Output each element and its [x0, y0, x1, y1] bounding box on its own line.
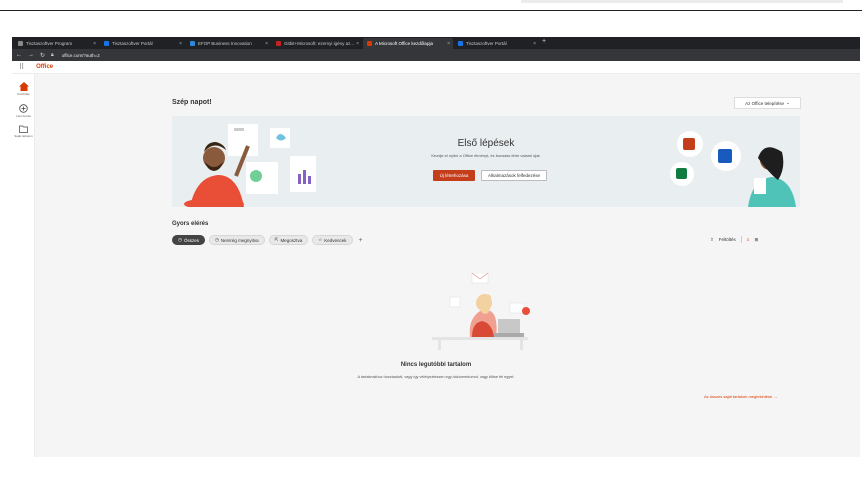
tab-close-icon[interactable]: ×: [447, 41, 450, 47]
tab-favicon-icon: [458, 41, 463, 46]
folder-icon: [19, 125, 28, 133]
quick-access-filters: ◷ Összes ◷ Nemrég megnyitva ⇱ Megosztva …: [172, 235, 363, 245]
install-office-button[interactable]: Az Office telepítése ⌄: [734, 97, 801, 109]
recent-icon: ◷: [214, 237, 219, 242]
tab-label: Tisztaszoftver Portál: [466, 41, 507, 46]
nav-label: Létrehozás: [16, 114, 31, 118]
tab-label: Tisztaszoftver Portál: [112, 41, 153, 46]
nav-item-create[interactable]: Létrehozás: [12, 104, 35, 118]
share-icon: ⇱: [274, 237, 279, 242]
tab-favicon-icon: [104, 41, 109, 46]
browser-tab[interactable]: Gitbit+Microsoft: ezernyi igény az... ×: [272, 38, 362, 49]
quick-access-title: Gyors elérés: [172, 221, 209, 227]
install-label: Az Office telepítése: [745, 100, 785, 106]
address-bar: ← → ↻ 🔒︎ office.com/?auth=2: [12, 49, 860, 61]
tab-favicon-icon: [367, 41, 372, 46]
lock-icon: 🔒︎: [51, 52, 54, 58]
upload-button[interactable]: Feltöltés: [719, 237, 736, 242]
star-icon: ☆: [318, 237, 323, 242]
tab-close-icon[interactable]: ×: [179, 41, 182, 47]
office-app-bar: ⠿ Office: [12, 61, 860, 74]
tab-close-icon[interactable]: ×: [265, 41, 268, 47]
tab-favicon-icon: [276, 41, 281, 46]
people-illustration-icon: [184, 124, 316, 207]
browser-window: Tisztaszoftver Program × Tisztaszoftver …: [12, 37, 860, 457]
grid-view-icon[interactable]: ⊞: [754, 237, 758, 243]
quick-access-tools: ⇧ Feltöltés ≡ ⊞: [710, 236, 758, 243]
nav-item-home[interactable]: Kezdőlap: [12, 82, 35, 96]
filter-all[interactable]: ◷ Összes: [172, 235, 205, 245]
reload-icon[interactable]: ↻: [40, 52, 45, 59]
empty-state-title: Nincs legutóbbi tartalom: [400, 362, 472, 368]
apps-illustration-icon: [670, 131, 796, 207]
tab-close-icon[interactable]: ×: [533, 41, 536, 47]
nav-item-my-content[interactable]: Saját tartalom: [12, 125, 35, 138]
browser-tab[interactable]: Tisztaszoftver Portál ×: [100, 38, 185, 49]
banner-title: Első lépések: [457, 138, 515, 149]
browser-tab[interactable]: Tisztaszoftver Program ×: [14, 38, 99, 49]
create-new-button[interactable]: Új létrehozása: [433, 170, 475, 181]
nav-label: Kezdőlap: [17, 92, 30, 96]
nav-label: Saját tartalom: [14, 134, 33, 138]
filter-label: Megosztva: [280, 237, 303, 243]
empty-state-subtitle: A tartalmakhoz hozzáadott, vagy így véle…: [357, 375, 515, 379]
filter-recent[interactable]: ◷ Nemrég megnyitva: [208, 235, 265, 245]
back-icon[interactable]: ←: [16, 52, 22, 58]
tab-label: EFOP Business Innovation: [198, 41, 252, 46]
arrow-right-icon: →: [773, 394, 778, 399]
tab-favicon-icon: [18, 41, 23, 46]
filter-shared[interactable]: ⇱ Megosztva: [268, 235, 309, 245]
browser-tab[interactable]: EFOP Business Innovation ×: [186, 38, 271, 49]
browser-tab-active[interactable]: A Microsoft Office kezdőlapja ×: [363, 38, 453, 49]
banner-subtitle: Kezdje el nyitni a Office élményt, és bo…: [431, 153, 541, 158]
view-all-content-link[interactable]: Az összes saját tartalom megtekintése →: [704, 394, 777, 399]
empty-state-illustration-icon: [432, 273, 530, 350]
top-bar-box: [521, 0, 843, 3]
top-divider: [0, 10, 862, 11]
filter-label: Nemrég megnyitva: [220, 237, 259, 243]
home-icon: [18, 82, 29, 91]
url-field[interactable]: office.com/?auth=2: [62, 53, 100, 58]
filter-label: Kedvencek: [324, 237, 347, 243]
page-greeting: Szép napot!: [172, 99, 212, 106]
tab-close-icon[interactable]: ×: [93, 41, 96, 47]
browser-tab[interactable]: Tisztaszoftver Portál ×: [454, 38, 539, 49]
create-icon: [19, 104, 28, 113]
forward-icon[interactable]: →: [28, 52, 34, 58]
clock-icon: ◷: [178, 237, 182, 242]
tab-label: Gitbit+Microsoft: ezernyi igény az...: [284, 41, 355, 46]
app-launcher-icon[interactable]: ⠿: [19, 63, 24, 71]
office-brand[interactable]: Office: [36, 64, 53, 70]
new-tab-button[interactable]: +: [542, 38, 546, 45]
add-filter-button[interactable]: +: [359, 237, 363, 244]
tab-favicon-icon: [190, 41, 195, 46]
tab-close-icon[interactable]: ×: [356, 41, 359, 47]
tab-bar: Tisztaszoftver Program × Tisztaszoftver …: [12, 37, 860, 49]
explore-apps-button[interactable]: Alkalmazások felfedezése: [481, 170, 547, 181]
filter-label: Összes: [183, 237, 199, 243]
divider: [740, 236, 742, 243]
chevron-down-icon: ⌄: [786, 100, 790, 105]
tab-label: Tisztaszoftver Program: [26, 41, 73, 46]
upload-icon[interactable]: ⇧: [710, 237, 714, 243]
link-label: Az összes saját tartalom megtekintése: [704, 394, 773, 399]
getting-started-banner: Első lépések Kezdje el nyitni a Office é…: [172, 116, 800, 207]
left-nav-rail: Kezdőlap Létrehozás Saját tartalom: [12, 74, 35, 457]
sort-icon[interactable]: ≡: [747, 237, 750, 242]
tab-label: A Microsoft Office kezdőlapja: [375, 41, 433, 46]
filter-favorites[interactable]: ☆ Kedvencek: [312, 235, 353, 245]
